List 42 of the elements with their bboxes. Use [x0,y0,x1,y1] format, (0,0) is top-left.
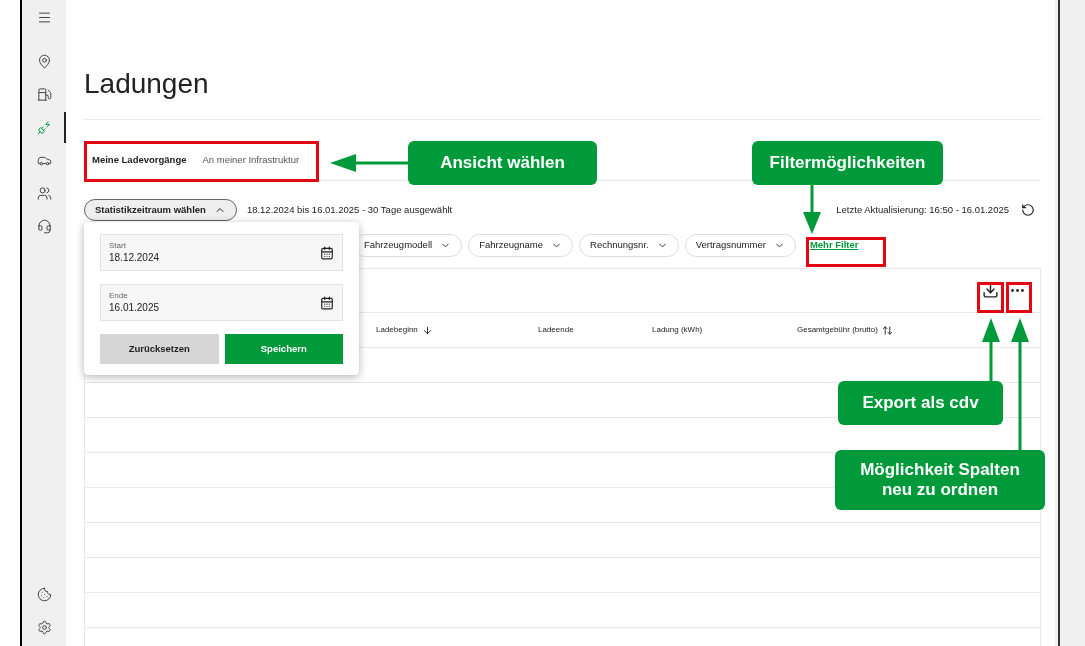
headset-icon[interactable] [36,219,52,234]
annotation-callout: Ansicht wählen [408,141,597,185]
highlight-frame [977,282,1004,313]
field-label: Ende [109,290,129,300]
highlight-frame [1006,282,1032,313]
page-title: Ladungen [84,67,210,101]
active-indicator [64,112,66,143]
settings-icon[interactable] [36,620,52,635]
annotation-callout: Export als cdv [838,381,1003,425]
download-icon[interactable] [982,282,999,299]
annotation-callout: Filtermöglichkeiten [752,141,943,185]
fuel-pump-icon[interactable] [36,87,52,102]
view-tab[interactable]: An meiner Infrastruktur [202,153,300,168]
last-update-text: Letzte Aktualisierung: 16:50 - 16.01.2025 [836,202,1009,217]
menu-icon[interactable] [36,10,52,25]
sort-icon[interactable] [881,324,893,336]
annotation-arrow [982,318,1000,381]
plug-icon[interactable] [36,120,52,135]
more-filters-link[interactable]: Mehr Filter [809,237,859,253]
sort-down-icon[interactable] [421,324,433,336]
people-icon[interactable] [36,186,52,201]
annotation-callout: Möglichkeit Spalten neu zu ordnen [835,450,1045,510]
date-field[interactable]: Start 18.12.2024 [100,234,343,271]
column-header[interactable]: Ladung (kWh) [652,324,703,336]
column-header[interactable]: Ladeende [538,324,574,336]
field-label: Start [109,240,127,250]
map-pin-icon[interactable] [36,54,52,69]
column-header[interactable]: Ladebeginn [376,324,418,336]
refresh-icon[interactable] [1021,203,1035,217]
calendar-icon[interactable] [320,295,334,310]
field-value: 18.12.2024 [109,250,161,265]
save-button[interactable]: Speichern [224,334,343,364]
field-value: 16.01.2025 [109,300,161,315]
cookie-icon[interactable] [36,587,52,602]
annotation-arrow [803,185,821,234]
period-button[interactable]: Statistikzeitraum wählen [84,199,237,221]
calendar-icon[interactable] [320,245,334,260]
view-tab[interactable]: Meine Ladevorgänge [92,153,187,168]
reset-button[interactable]: Zurücksetzen [100,334,219,364]
column-header[interactable]: Gesamtgebühr (brutto) [797,324,878,336]
period-summary: 18.12.2024 bis 16.01.2025 - 30 Tage ausgewählt [246,202,453,217]
date-field[interactable]: Ende 16.01.2025 [100,284,343,321]
